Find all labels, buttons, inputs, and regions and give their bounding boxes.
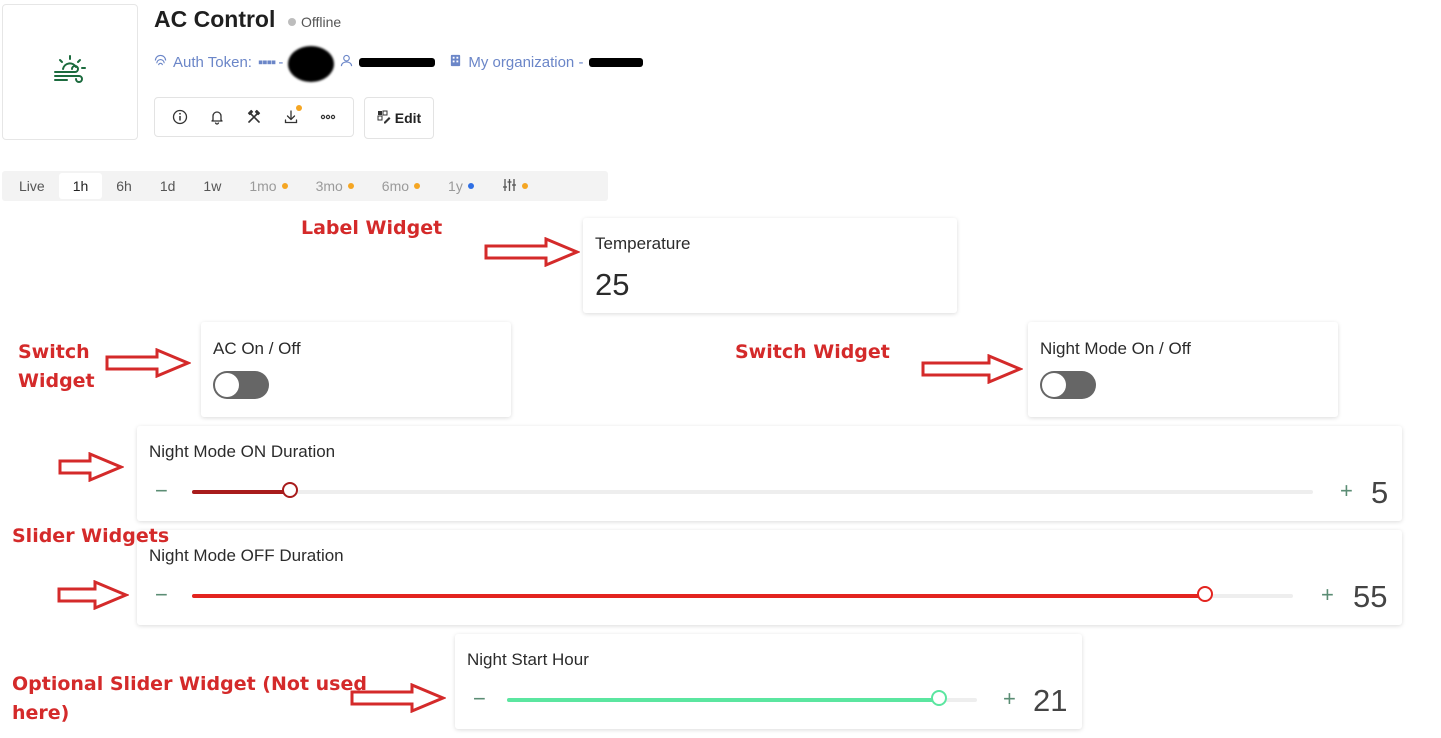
premium-dot bbox=[467, 183, 474, 189]
widget-title: Night Mode OFF Duration bbox=[149, 546, 344, 565]
time-range-3mo[interactable]: 3mo bbox=[302, 173, 368, 199]
slider-track[interactable] bbox=[192, 586, 1293, 602]
widget-title: Night Start Hour bbox=[467, 650, 589, 669]
time-range-label: Live bbox=[19, 178, 45, 194]
slider-thumb[interactable] bbox=[931, 690, 948, 706]
time-range-1mo[interactable]: 1mo bbox=[235, 173, 301, 199]
device-title: AC Control bbox=[154, 6, 276, 32]
slider-value: 5 bbox=[1371, 475, 1389, 510]
edit-button[interactable]: Edit bbox=[364, 97, 434, 139]
time-range-label: 1h bbox=[72, 178, 89, 194]
premium-dot bbox=[521, 183, 528, 189]
device-meta: Auth Token: ▪▪▪▪ - My organization - bbox=[154, 42, 644, 82]
annotation-arrow bbox=[484, 237, 580, 267]
time-range-1h[interactable]: 1h bbox=[58, 173, 103, 199]
slider-track[interactable] bbox=[192, 482, 1313, 498]
user-icon bbox=[340, 54, 353, 71]
fingerprint-icon bbox=[154, 54, 167, 71]
time-range-label: 1mo bbox=[249, 178, 277, 194]
slider-value: 21 bbox=[1033, 683, 1068, 718]
auth-token-mask: ▪▪▪▪ - bbox=[257, 53, 283, 71]
decrement-button[interactable]: − bbox=[473, 686, 486, 712]
annotation-switch-widget-right: Switch Widget bbox=[735, 341, 890, 363]
slider-fill bbox=[192, 490, 290, 494]
annotation-arrow bbox=[57, 580, 129, 610]
slider-value: 55 bbox=[1353, 579, 1388, 614]
slider-fill bbox=[507, 698, 940, 702]
info-icon[interactable] bbox=[165, 102, 195, 132]
time-range-label: 1y bbox=[448, 178, 463, 194]
device-toolbar bbox=[154, 97, 354, 137]
decrement-button[interactable]: − bbox=[155, 582, 168, 608]
widget-title: Night Mode On / Off bbox=[1040, 339, 1191, 358]
premium-dot bbox=[281, 183, 288, 189]
time-range-1y[interactable]: 1y bbox=[434, 173, 488, 199]
download-icon[interactable] bbox=[276, 102, 306, 132]
status-label: Offline bbox=[301, 14, 342, 30]
time-range-label: 3mo bbox=[315, 178, 343, 194]
time-range-bar: Live 1h 6h 1d 1w 1mo 3mo 6mo 1y bbox=[2, 171, 608, 201]
increment-button[interactable]: + bbox=[1340, 478, 1353, 504]
status-dot bbox=[288, 18, 296, 26]
time-range-live[interactable]: Live bbox=[5, 173, 59, 199]
time-range-1w[interactable]: 1w bbox=[189, 173, 235, 199]
decrement-button[interactable]: − bbox=[155, 478, 168, 504]
dashboard-edit-icon bbox=[377, 110, 391, 127]
edit-label: Edit bbox=[394, 110, 422, 126]
premium-dot bbox=[414, 183, 421, 189]
time-range-label: 1d bbox=[159, 178, 176, 194]
temperature-value: 25 bbox=[595, 267, 630, 302]
widget-title: AC On / Off bbox=[213, 339, 301, 358]
time-range-6mo[interactable]: 6mo bbox=[368, 173, 434, 199]
redacted-user bbox=[359, 57, 436, 67]
annotation-switch-widget-left: Switch Widget bbox=[18, 341, 95, 393]
custom-range-button[interactable] bbox=[488, 173, 542, 199]
auth-token-label[interactable]: Auth Token: bbox=[173, 54, 252, 71]
redacted-organization bbox=[589, 57, 644, 67]
annotation-arrow bbox=[105, 348, 191, 378]
annotation-arrow bbox=[58, 452, 124, 482]
time-range-label: 6h bbox=[116, 178, 132, 194]
bell-icon[interactable] bbox=[202, 102, 232, 132]
widget-title: Night Mode ON Duration bbox=[149, 442, 336, 461]
time-range-label: 6mo bbox=[381, 178, 410, 194]
switch-knob bbox=[1042, 373, 1066, 397]
building-icon bbox=[449, 54, 462, 71]
weather-wind-sun-icon bbox=[51, 53, 89, 92]
premium-dot bbox=[347, 183, 354, 189]
redacted-avatar bbox=[288, 46, 335, 82]
increment-button[interactable]: + bbox=[1321, 582, 1334, 608]
organization-link[interactable]: My organization - bbox=[468, 54, 583, 71]
tools-icon[interactable] bbox=[239, 102, 269, 132]
device-status: Offline bbox=[288, 14, 341, 30]
ac-switch-widget: AC On / Off bbox=[201, 322, 511, 417]
slider-thumb[interactable] bbox=[1196, 586, 1213, 602]
increment-button[interactable]: + bbox=[1003, 686, 1016, 712]
time-range-1d[interactable]: 1d bbox=[146, 173, 190, 199]
night-on-duration-slider-widget: Night Mode ON Duration − + 5 bbox=[137, 426, 1402, 521]
annotation-optional-slider: Optional Slider Widget (Not used here) bbox=[12, 673, 367, 725]
annotation-arrow bbox=[350, 683, 446, 713]
temperature-label-widget: Temperature 25 bbox=[583, 218, 957, 313]
slider-track[interactable] bbox=[507, 690, 977, 706]
switch-knob bbox=[215, 373, 239, 397]
time-range-label: 1w bbox=[203, 178, 222, 194]
annotation-label-widget: Label Widget bbox=[301, 217, 443, 239]
annotation-slider-widgets: Slider Widgets bbox=[12, 525, 170, 547]
slider-fill bbox=[192, 594, 1205, 598]
download-badge-dot bbox=[296, 105, 303, 111]
slider-thumb[interactable] bbox=[281, 482, 298, 498]
sliders-icon bbox=[502, 178, 517, 195]
night-off-duration-slider-widget: Night Mode OFF Duration − + 55 bbox=[137, 530, 1402, 625]
widget-title: Temperature bbox=[595, 234, 691, 253]
annotation-arrow bbox=[921, 354, 1023, 384]
ac-toggle-switch[interactable] bbox=[213, 371, 269, 399]
time-range-6h[interactable]: 6h bbox=[102, 173, 146, 199]
device-thumbnail bbox=[2, 4, 138, 140]
night-start-hour-slider-widget: Night Start Hour − + 21 bbox=[455, 634, 1082, 729]
night-mode-switch-widget: Night Mode On / Off bbox=[1028, 322, 1338, 417]
night-mode-toggle-switch[interactable] bbox=[1040, 371, 1096, 399]
more-icon[interactable] bbox=[313, 102, 343, 132]
